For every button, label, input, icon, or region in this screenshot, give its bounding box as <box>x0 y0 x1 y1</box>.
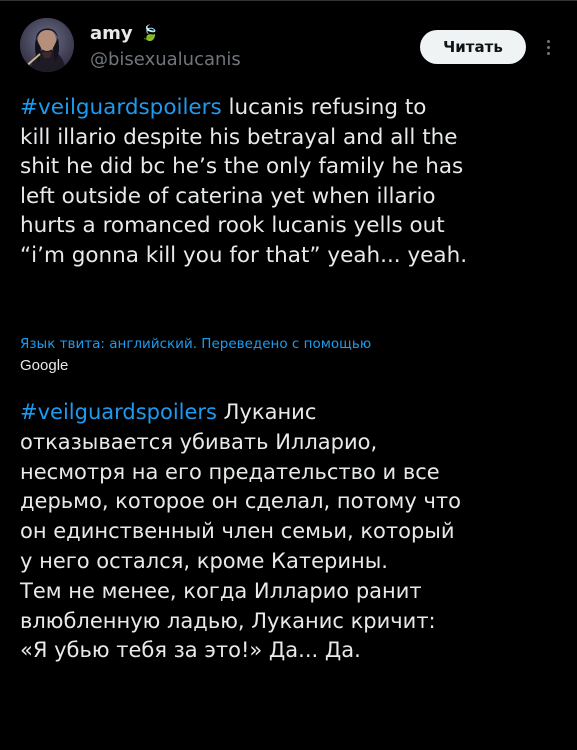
display-name[interactable]: amy <box>90 23 133 44</box>
google-logo: Google <box>20 357 69 374</box>
more-dot <box>546 45 550 49</box>
tweet-line: отказывается убивать Илларио, <box>20 428 560 458</box>
tweet-line: несмотря на его предательство и все <box>20 458 560 488</box>
tweet-line: #veilguardspoilers Луканис <box>20 398 560 428</box>
tweet-line-text: у него остался, кроме Катерины. <box>20 548 388 573</box>
tweet-line: у него остался, кроме Катерины. <box>20 547 560 577</box>
leaf-icon: 🍃 <box>140 24 160 42</box>
tweet-line: kill illario despite his betrayal and al… <box>20 123 560 153</box>
tweet-line-text: он единственный член семьи, который <box>20 519 455 544</box>
translation-note-link[interactable]: Язык твита: английский. Переведено с пом… <box>20 336 371 352</box>
tweet-line-text: “i’m gonna kill you for that” yeah... ye… <box>20 242 468 268</box>
tweet-line-text: дерьмо, которое он сделал, потому что <box>20 489 461 514</box>
tweet-line: влюбленную ладью, Луканис кричит: <box>20 607 560 637</box>
tweet-line: он единственный член семьи, который <box>20 517 560 547</box>
tweet-text-original: #veilguardspoilers lucanis refusing to k… <box>20 93 560 270</box>
tweet-line: дерьмо, которое он сделал, потому что <box>20 487 560 517</box>
tweet-line-text: kill illario despite his betrayal and al… <box>20 124 458 150</box>
tweet-line-text: lucanis refusing to <box>221 95 427 120</box>
more-vertical-icon[interactable] <box>540 30 556 64</box>
more-dot <box>546 51 550 55</box>
more-dot <box>546 39 550 43</box>
tweet-line-text: влюбленную ладью, Луканис кричит: <box>20 608 436 633</box>
tweet-line: “i’m gonna kill you for that” yeah... ye… <box>20 241 560 271</box>
hashtag-link[interactable]: #veilguardspoilers <box>20 95 222 120</box>
author-names: amy 🍃 @bisexualucanis <box>90 20 241 71</box>
follow-button[interactable]: Читать <box>420 30 526 64</box>
hashtag-link[interactable]: #veilguardspoilers <box>20 400 217 424</box>
tweet-line-text: несмотря на его предательство и все <box>20 459 440 484</box>
tweet-line-text: hurts a romanced rook lucanis yells out <box>20 213 445 238</box>
tweet-line-text: отказывается убивать Илларио, <box>20 429 378 454</box>
tweet-line: #veilguardspoilers lucanis refusing to <box>20 93 560 123</box>
tweet-line: «Я убью тебя за это!» Да... Да. <box>20 636 560 666</box>
tweet-header: amy 🍃 @bisexualucanis Читать <box>20 16 557 78</box>
user-handle[interactable]: @bisexualucanis <box>90 49 241 70</box>
tweet-line-text: shit he did bc he’s the only family he h… <box>20 154 464 179</box>
display-name-row: amy 🍃 <box>90 20 241 46</box>
tweet-line: left outside of caterina yet when illari… <box>20 182 560 212</box>
top-divider <box>0 0 577 1</box>
tweet-line-text: Тем не менее, когда Илларио ранит <box>20 578 422 603</box>
tweet-line-text: Луканис <box>217 400 317 424</box>
tweet-line: hurts a romanced rook lucanis yells out <box>20 211 560 241</box>
tweet-line: shit he did bc he’s the only family he h… <box>20 152 560 182</box>
avatar-image <box>20 18 74 72</box>
tweet-text-translated: #veilguardspoilers Луканис отказывается … <box>20 398 560 666</box>
avatar[interactable] <box>20 18 74 72</box>
tweet-line-text: «Я убью тебя за это!» Да... Да. <box>20 638 361 663</box>
tweet-line-text: left outside of caterina yet when illari… <box>20 183 436 209</box>
tweet-line: Тем не менее, когда Илларио ранит <box>20 577 560 607</box>
